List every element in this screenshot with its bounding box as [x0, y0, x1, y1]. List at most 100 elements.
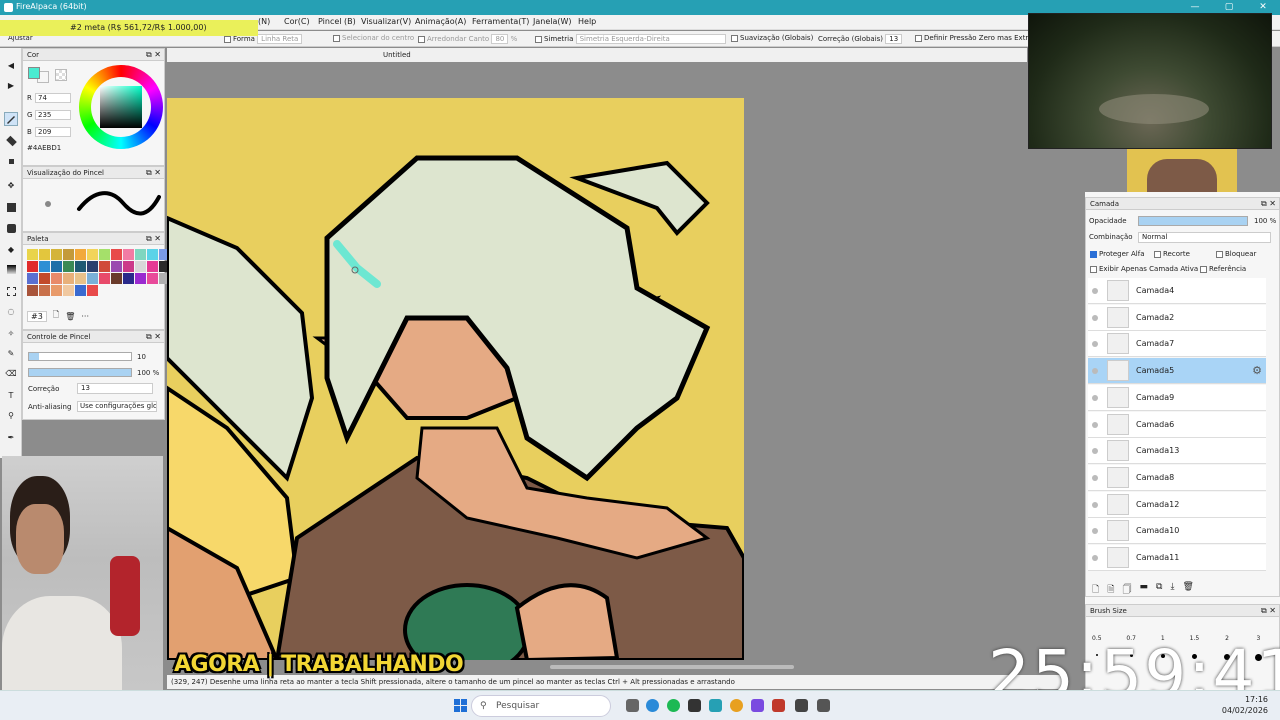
- layer-row[interactable]: Camada4: [1088, 278, 1266, 304]
- lock-option[interactable]: Bloquear: [1216, 250, 1256, 258]
- layer-row[interactable]: Camada8: [1088, 464, 1266, 491]
- app-icon-3[interactable]: [772, 699, 785, 712]
- blend-mode-select[interactable]: Normal: [1138, 232, 1271, 243]
- delete-layer-icon[interactable]: 🗑: [1182, 582, 1193, 598]
- layer-row[interactable]: Camada5 ⚙: [1088, 358, 1266, 385]
- shape-select[interactable]: Linha Reta: [257, 34, 303, 44]
- visibility-icon[interactable]: [1092, 448, 1098, 455]
- expand-right-icon[interactable]: ▶: [4, 78, 18, 92]
- fill-tool-icon[interactable]: ◆: [4, 242, 18, 256]
- layer-row[interactable]: Camada10: [1088, 518, 1266, 545]
- taskbar-search[interactable]: ⚲ Pesquisar: [471, 695, 611, 717]
- saturation-value-square[interactable]: [100, 86, 142, 128]
- palette-swatch[interactable]: [51, 273, 62, 284]
- palette-swatch[interactable]: [51, 285, 62, 296]
- round-corner-option[interactable]: Arredondar Canto 80 %: [418, 34, 517, 44]
- delete-palette-icon[interactable]: 🗑: [65, 312, 75, 321]
- palette-swatch[interactable]: [39, 273, 50, 284]
- panel-close-icon[interactable]: ⧉ ✕: [146, 234, 161, 244]
- layer-row[interactable]: Camada9: [1088, 384, 1266, 411]
- palette-swatch[interactable]: [75, 249, 86, 260]
- menu-tool[interactable]: Ferramenta(T): [472, 17, 529, 26]
- new-8bit-layer-icon[interactable]: 🗎: [1107, 582, 1114, 598]
- palette-swatch[interactable]: [147, 261, 158, 272]
- menu-help[interactable]: Help: [578, 17, 596, 26]
- visibility-icon[interactable]: [1092, 288, 1098, 294]
- stabilizer-checkbox[interactable]: [731, 34, 738, 42]
- palette-swatch[interactable]: [99, 261, 110, 272]
- panel-close-icon[interactable]: ⧉ ✕: [146, 332, 161, 342]
- palette-swatch[interactable]: [63, 249, 74, 260]
- show-active-only-option[interactable]: Exibir Apenas Camada Ativa: [1090, 265, 1198, 273]
- horizontal-scrollbar[interactable]: [550, 665, 794, 669]
- palette-swatch[interactable]: [147, 249, 158, 260]
- visibility-icon[interactable]: [1092, 474, 1098, 481]
- layer-row[interactable]: Camada2: [1088, 304, 1266, 331]
- palette-swatch[interactable]: [39, 261, 50, 272]
- palette-swatch[interactable]: [135, 249, 146, 260]
- clipping-checkbox[interactable]: [1154, 250, 1161, 258]
- lock-checkbox[interactable]: [1216, 250, 1223, 258]
- blue-input[interactable]: 209: [35, 127, 71, 137]
- visibility-icon[interactable]: [1092, 394, 1098, 401]
- spotify-icon[interactable]: [667, 699, 680, 712]
- palette-swatch[interactable]: [111, 261, 122, 272]
- antialiasing-select[interactable]: Use configurações glo: [77, 401, 157, 412]
- round-corner-value[interactable]: 80: [491, 34, 509, 44]
- palette-swatch[interactable]: [75, 261, 86, 272]
- canvas-viewport[interactable]: [167, 62, 1085, 660]
- palette-swatch[interactable]: [135, 273, 146, 284]
- primary-color-swatch[interactable]: [28, 67, 40, 79]
- palette-swatch[interactable]: [75, 285, 86, 296]
- palette-swatch[interactable]: [123, 249, 134, 260]
- chrome-icon[interactable]: [730, 699, 743, 712]
- red-input[interactable]: 74: [35, 93, 71, 103]
- visibility-icon[interactable]: [1092, 341, 1098, 348]
- new-folder-icon[interactable]: ▬: [1140, 582, 1149, 598]
- duplicate-layer-icon[interactable]: ⧉: [1156, 582, 1162, 598]
- eyedropper-tool-icon[interactable]: ⚲: [4, 408, 18, 422]
- app-icon-4[interactable]: [795, 699, 808, 712]
- reference-option[interactable]: Referência: [1200, 265, 1246, 273]
- layer-row[interactable]: Camada13: [1088, 438, 1266, 465]
- panel-close-icon[interactable]: ⧉ ✕: [1261, 199, 1276, 209]
- select-pen-icon[interactable]: ✎: [4, 346, 18, 360]
- symmetry-checkbox[interactable]: [535, 35, 542, 43]
- protect-alpha-option[interactable]: Proteger Alfa: [1090, 250, 1145, 258]
- palette-swatch[interactable]: [27, 273, 38, 284]
- brush-size-slider[interactable]: [28, 352, 132, 361]
- bucket-tool-icon[interactable]: [4, 221, 18, 235]
- reference-checkbox[interactable]: [1200, 265, 1207, 273]
- palette-swatch[interactable]: [123, 261, 134, 272]
- round-corner-checkbox[interactable]: [418, 35, 425, 43]
- palette-swatch[interactable]: [99, 273, 110, 284]
- palette-swatch[interactable]: [39, 249, 50, 260]
- palette-swatch[interactable]: [87, 285, 98, 296]
- collapse-left-icon[interactable]: ◀: [4, 58, 18, 72]
- firealpaca-icon[interactable]: [709, 699, 722, 712]
- correction-select[interactable]: 13: [77, 383, 153, 394]
- show-active-only-checkbox[interactable]: [1090, 265, 1097, 273]
- palette-swatch[interactable]: [27, 261, 38, 272]
- menu-window[interactable]: Janela(W): [533, 17, 572, 26]
- zero-pressure-checkbox[interactable]: [915, 34, 922, 42]
- text-tool-icon[interactable]: T: [4, 388, 18, 402]
- brush-opacity-slider[interactable]: [28, 368, 132, 377]
- symmetry-option[interactable]: Simetria Simetria Esquerda-Direita: [535, 34, 726, 44]
- clipping-option[interactable]: Recorte: [1154, 250, 1190, 258]
- protect-alpha-checkbox[interactable]: [1090, 250, 1097, 258]
- select-center-checkbox[interactable]: [333, 34, 340, 42]
- start-icon[interactable]: [454, 699, 467, 712]
- palette-swatch[interactable]: [99, 249, 110, 260]
- palette-swatch[interactable]: [75, 273, 86, 284]
- menu-file[interactable]: (N): [258, 17, 270, 26]
- panel-close-icon[interactable]: ⧉ ✕: [146, 168, 161, 178]
- visibility-icon[interactable]: [1092, 314, 1098, 321]
- stabilizer-option[interactable]: Suavização (Globais): [731, 34, 813, 42]
- new-1bit-layer-icon[interactable]: 🗍: [1123, 582, 1132, 598]
- palette-swatch[interactable]: [111, 249, 122, 260]
- artwork-canvas[interactable]: [167, 98, 744, 660]
- eraser-tool-icon[interactable]: [4, 134, 18, 148]
- zero-pressure-option[interactable]: Definir Pressão Zero mas Extrem: [915, 34, 1039, 42]
- lasso-tool-icon[interactable]: ◌: [4, 304, 18, 318]
